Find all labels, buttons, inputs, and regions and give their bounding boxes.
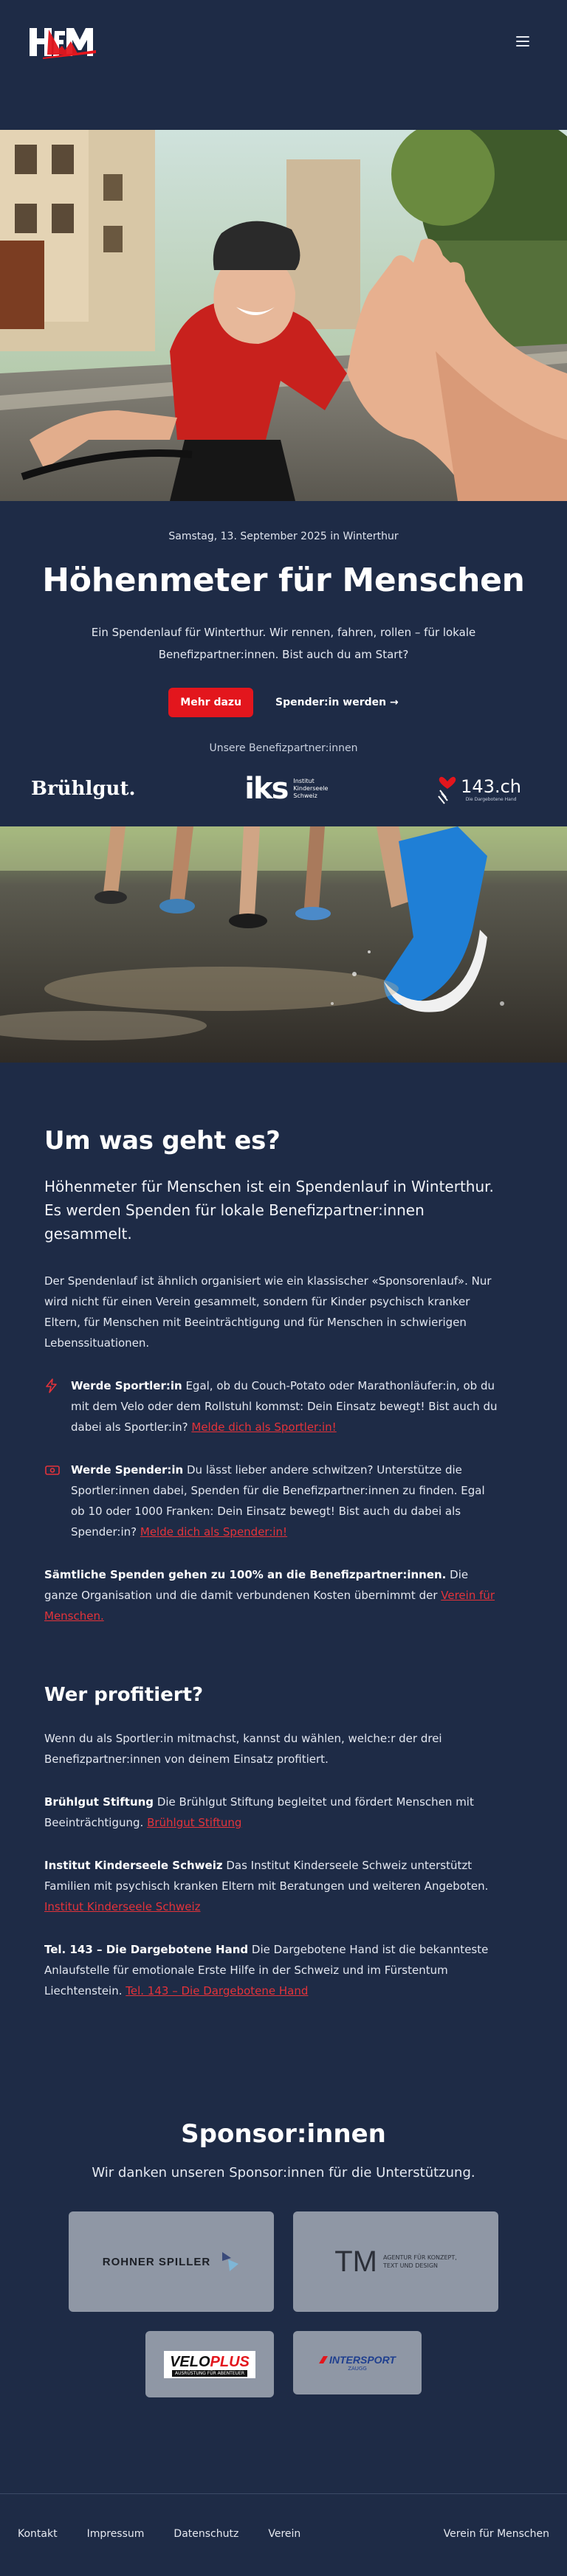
- site-footer: Kontakt Impressum Datenschutz Verein Ver…: [0, 2493, 567, 2573]
- about-section: Um was geht es? Höhenmeter für Menschen …: [0, 1063, 532, 2001]
- sponsor-name: TM: [334, 2245, 377, 2278]
- sponsor-veloplus[interactable]: VELOPLUS AUSRÜSTUNG FÜR ABENTEUER: [145, 2331, 274, 2397]
- beneficiary-item: Tel. 143 – Die Dargebotene Hand Die Darg…: [44, 1939, 502, 2001]
- iks-line: Kinderseele: [293, 785, 329, 792]
- hero-actions: Mehr dazu Spender:in werden →: [0, 688, 567, 717]
- partner-143-name: 143.ch: [461, 776, 521, 797]
- about-heading: Um was geht es?: [44, 1126, 281, 1156]
- menu-button[interactable]: [508, 27, 537, 56]
- sponsor-tagline: AGENTUR FÜR KONZEPT, TEXT UND DESIGN: [383, 2254, 457, 2270]
- beneficiary-name: Tel. 143 – Die Dargebotene Hand: [44, 1943, 249, 1956]
- sponsor-grid: ROHNER SPILLER TM AGENTUR FÜR KONZEPT, T…: [0, 2211, 567, 2312]
- donation-note: Sämtliche Spenden gehen zu 100% an die B…: [44, 1564, 502, 1626]
- sponsor-logo: ROHNER SPILLER: [103, 2251, 241, 2273]
- tm-tagline-line: AGENTUR FÜR KONZEPT,: [382, 2254, 457, 2261]
- feature-donor-text: Werde Spender:in Du lässt lieber andere …: [71, 1460, 502, 1542]
- feature-donor-title: Werde Spender:in: [71, 1463, 184, 1477]
- feature-athlete: Werde Sportler:in Egal, ob du Couch-Pota…: [44, 1375, 532, 1437]
- sponsor-grid: VELOPLUS AUSRÜSTUNG FÜR ABENTEUER INTERS…: [0, 2331, 567, 2397]
- partner-logo-143[interactable]: 143.ch Die Dargebotene Hand: [437, 773, 521, 805]
- register-athlete-link[interactable]: Melde dich als Sportler:in!: [191, 1420, 336, 1434]
- footer-link-contact[interactable]: Kontakt: [18, 2528, 58, 2540]
- sponsor-name: VELOPLUS: [170, 2354, 250, 2370]
- sponsor-logo: TM AGENTUR FÜR KONZEPT, TEXT UND DESIGN: [334, 2245, 457, 2279]
- sponsors-heading: Sponsor:innen: [181, 2119, 386, 2149]
- sponsor-logo: INTERSPORT ZAUGG: [319, 2354, 396, 2372]
- lightning-icon: [44, 1375, 71, 1437]
- sponsor-tagline: AUSRÜSTUNG FÜR ABENTEUER: [171, 2369, 247, 2377]
- site-header: [0, 0, 567, 83]
- hamburger-icon-line: [516, 45, 529, 46]
- beneficiaries-intro: Wenn du als Sportler:in mitmachst, kanns…: [44, 1732, 442, 1766]
- hero-section: Samstag, 13. September 2025 in Winterthu…: [0, 501, 567, 754]
- hero-photo-cyclist-high-five: [0, 130, 567, 501]
- footer-nav: Kontakt Impressum Datenschutz Verein: [18, 2528, 300, 2540]
- footer-link-association[interactable]: Verein: [268, 2528, 300, 2540]
- beneficiary-link-kinderseele[interactable]: Institut Kinderseele Schweiz: [44, 1900, 201, 1913]
- intersport-flag-icon: [319, 2356, 328, 2363]
- feature-donor: Werde Spender:in Du lässt lieber andere …: [44, 1460, 532, 1542]
- partners-label: Unsere Benefizpartner:innen: [209, 742, 358, 754]
- hero-intro: Ein Spendenlauf für Winterthur. Wir renn…: [91, 626, 476, 661]
- footer-org-link[interactable]: Verein für Menschen: [444, 2528, 549, 2540]
- sponsor-logo: VELOPLUS AUSRÜSTUNG FÜR ABENTEUER: [164, 2350, 255, 2378]
- sponsor-rohner-spiller[interactable]: ROHNER SPILLER: [69, 2211, 274, 2312]
- become-donor-link[interactable]: Spender:in werden →: [275, 697, 399, 708]
- beneficiary-item: Brühlgut Stiftung Die Brühlgut Stiftung …: [44, 1792, 502, 1833]
- iks-mark: iks: [244, 772, 289, 806]
- tm-tagline-line: TEXT UND DESIGN: [382, 2262, 439, 2269]
- iks-line: Institut: [293, 778, 315, 784]
- sponsors-section: Sponsor:innen Wir danken unseren Sponsor…: [0, 2001, 567, 2397]
- donation-note-bold: Sämtliche Spenden gehen zu 100% an die B…: [44, 1568, 447, 1581]
- iks-line: Schweiz: [293, 793, 317, 799]
- beneficiary-name: Institut Kinderseele Schweiz: [44, 1859, 223, 1872]
- runners-photo: [0, 826, 567, 1063]
- iks-wordmark: Institut Kinderseele Schweiz: [293, 778, 328, 800]
- footer-link-privacy[interactable]: Datenschutz: [173, 2528, 238, 2540]
- sponsor-tagline: ZAUGG: [348, 2366, 367, 2372]
- sponsor-name: INTERSPORT: [329, 2354, 396, 2366]
- sponsors-lead: Wir danken unseren Sponsor:innen für die…: [92, 2165, 475, 2180]
- veloplus-plus: PLUS: [210, 2353, 250, 2370]
- feature-athlete-text: Werde Sportler:in Egal, ob du Couch-Pota…: [71, 1375, 502, 1437]
- hamburger-icon: [516, 36, 529, 38]
- page-title: Höhenmeter für Menschen: [42, 562, 525, 599]
- partner-logos: Brühlgut. iks Institut Kinderseele Schwe…: [0, 766, 567, 812]
- beneficiary-link-bruhlgut[interactable]: Brühlgut Stiftung: [147, 1816, 241, 1829]
- about-paragraph: Der Spendenlauf ist ähnlich organisiert …: [44, 1274, 492, 1350]
- logo-link[interactable]: [27, 24, 99, 59]
- beneficiary-item: Institut Kinderseele Schweiz Das Institu…: [44, 1855, 502, 1917]
- hfm-logo: [30, 28, 96, 59]
- partner-logo-bruhlgut[interactable]: Brühlgut.: [31, 778, 136, 800]
- sponsor-tm-agentur[interactable]: TM AGENTUR FÜR KONZEPT, TEXT UND DESIGN: [293, 2211, 498, 2312]
- about-lead: Höhenmeter für Menschen ist ein Spendenl…: [44, 1178, 494, 1243]
- more-info-button[interactable]: Mehr dazu: [168, 688, 254, 717]
- beneficiary-link-143[interactable]: Tel. 143 – Die Dargebotene Hand: [126, 1984, 308, 1997]
- register-donor-link[interactable]: Melde dich als Spender:in!: [140, 1525, 287, 1539]
- partner-143-tagline: Die Dargebotene Hand: [465, 796, 517, 802]
- money-icon: [44, 1460, 71, 1542]
- sponsor-intersport[interactable]: INTERSPORT ZAUGG: [293, 2331, 422, 2394]
- partner-143-text: 143.ch Die Dargebotene Hand: [461, 776, 521, 802]
- feature-athlete-title: Werde Sportler:in: [71, 1379, 182, 1392]
- beneficiary-name: Brühlgut Stiftung: [44, 1795, 154, 1809]
- beneficiaries-heading: Wer profitiert?: [44, 1684, 204, 1706]
- intersport-wordmark: INTERSPORT: [319, 2354, 396, 2366]
- event-date: Samstag, 13. September 2025 in Winterthu…: [168, 531, 399, 542]
- rohner-spiller-mark-icon: [222, 2252, 239, 2271]
- footer-link-imprint[interactable]: Impressum: [87, 2528, 145, 2540]
- sponsor-name: ROHNER SPILLER: [102, 2255, 211, 2268]
- veloplus-velo: VELO: [170, 2353, 210, 2370]
- beneficiaries-section: Wer profitiert? Wenn du als Sportler:in …: [44, 1684, 532, 2001]
- hamburger-icon-line: [516, 41, 529, 42]
- partner-logo-iks[interactable]: iks Institut Kinderseele Schweiz: [244, 774, 328, 804]
- heart-hand-icon: [438, 776, 456, 804]
